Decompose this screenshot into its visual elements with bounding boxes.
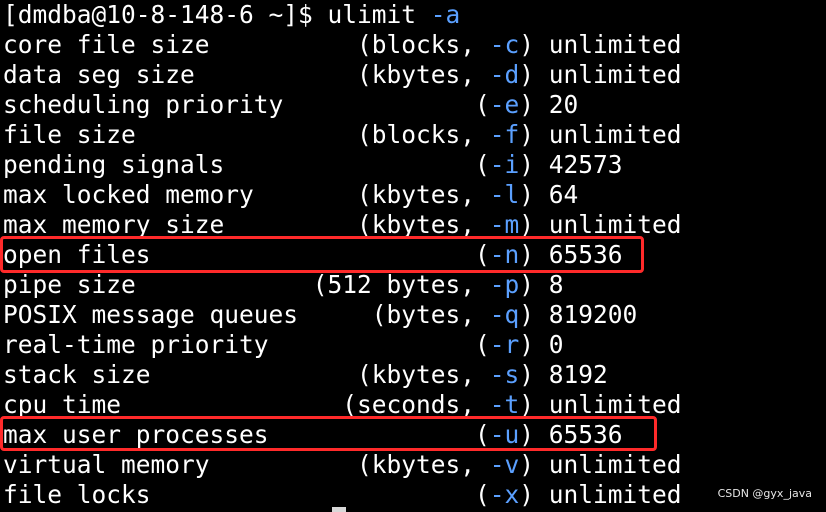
row-value: ) 20: [519, 90, 579, 119]
row-unit: (kbytes,: [357, 60, 490, 89]
row-name: max locked memory: [3, 180, 358, 209]
row-value: ) 819200: [519, 300, 638, 329]
row-flag: -l: [489, 180, 520, 209]
output-row-real-time-priority: real-time priority (-r) 0: [3, 330, 564, 360]
watermark-text: CSDN @gyx_java: [717, 487, 812, 500]
row-name: file locks: [3, 480, 476, 509]
row-unit: (kbytes,: [357, 210, 490, 239]
row-value: ) unlimited: [519, 390, 682, 419]
row-unit: (kbytes,: [357, 450, 490, 479]
row-flag: -q: [489, 300, 520, 329]
terminal-window[interactable]: [dmdba@10-8-148-6 ~]$ ulimit -a core fil…: [0, 0, 826, 512]
row-unit: (kbytes,: [357, 360, 490, 389]
row-value: ) 0: [519, 330, 564, 359]
output-row-core-file-size: core file size (blocks, -c) unlimited: [3, 30, 682, 60]
row-flag: -f: [489, 120, 520, 149]
row-unit: (: [475, 330, 490, 359]
row-unit: (kbytes,: [357, 180, 490, 209]
row-name: POSIX message queues: [3, 300, 372, 329]
row-value: ) unlimited: [519, 60, 682, 89]
row-unit: (blocks,: [357, 30, 490, 59]
highlight-box-max-user-processes: [0, 416, 657, 451]
prompt-text: [dmdba@10-8-148-6 ~]$ ulimit: [3, 0, 431, 29]
row-unit: (512 bytes,: [312, 270, 490, 299]
row-name: virtual memory: [3, 450, 358, 479]
row-name: pending signals: [3, 150, 476, 179]
row-value: ) 42573: [519, 150, 623, 179]
output-row-virtual-memory: virtual memory (kbytes, -v) unlimited: [3, 450, 682, 480]
output-row-stack-size: stack size (kbytes, -s) 8192: [3, 360, 608, 390]
row-unit: (: [475, 480, 490, 509]
row-flag: -t: [489, 390, 520, 419]
row-value: ) unlimited: [519, 120, 682, 149]
output-row-pending-signals: pending signals (-i) 42573: [3, 150, 623, 180]
row-flag: -r: [489, 330, 520, 359]
prompt-line: [dmdba@10-8-148-6 ~]$ ulimit -a: [3, 0, 460, 30]
row-flag: -m: [489, 210, 520, 239]
row-flag: -s: [489, 360, 520, 389]
row-name: real-time priority: [3, 330, 476, 359]
row-unit: (blocks,: [357, 120, 490, 149]
row-unit: (: [475, 150, 490, 179]
row-flag: -i: [489, 150, 520, 179]
row-name: scheduling priority: [3, 90, 476, 119]
row-flag: -c: [489, 30, 520, 59]
output-row-pipe-size: pipe size (512 bytes, -p) 8: [3, 270, 564, 300]
row-value: ) 8: [519, 270, 564, 299]
row-unit: (seconds,: [342, 390, 490, 419]
output-row-data-seg-size: data seg size (kbytes, -d) unlimited: [3, 60, 682, 90]
row-value: ) unlimited: [519, 30, 682, 59]
output-row-file-size: file size (blocks, -f) unlimited: [3, 120, 682, 150]
output-row-scheduling-priority: scheduling priority (-e) 20: [3, 90, 578, 120]
row-value: ) unlimited: [519, 210, 682, 239]
row-flag: -x: [489, 480, 520, 509]
output-row-file-locks: file locks (-x) unlimited: [3, 480, 682, 510]
row-flag: -v: [489, 450, 520, 479]
row-name: pipe size: [3, 270, 313, 299]
row-value: ) 64: [519, 180, 579, 209]
row-name: stack size: [3, 360, 358, 389]
output-row-max-locked-memory: max locked memory (kbytes, -l) 64: [3, 180, 578, 210]
row-flag: -p: [489, 270, 520, 299]
row-name: max memory size: [3, 210, 358, 239]
highlight-box-open-files: [0, 236, 644, 273]
row-value: ) unlimited: [519, 480, 682, 509]
row-name: data seg size: [3, 60, 358, 89]
row-flag: -e: [489, 90, 520, 119]
row-name: cpu time: [3, 390, 343, 419]
row-value: ) unlimited: [519, 450, 682, 479]
output-row-posix-message-queues: POSIX message queues (bytes, -q) 819200: [3, 300, 637, 330]
row-value: ) 8192: [519, 360, 608, 389]
row-name: core file size: [3, 30, 358, 59]
row-unit: (: [475, 90, 490, 119]
row-flag: -d: [489, 60, 520, 89]
row-unit: (bytes,: [371, 300, 490, 329]
row-name: file size: [3, 120, 358, 149]
terminal-cursor: [332, 507, 346, 512]
command-flag: -a: [430, 0, 461, 29]
